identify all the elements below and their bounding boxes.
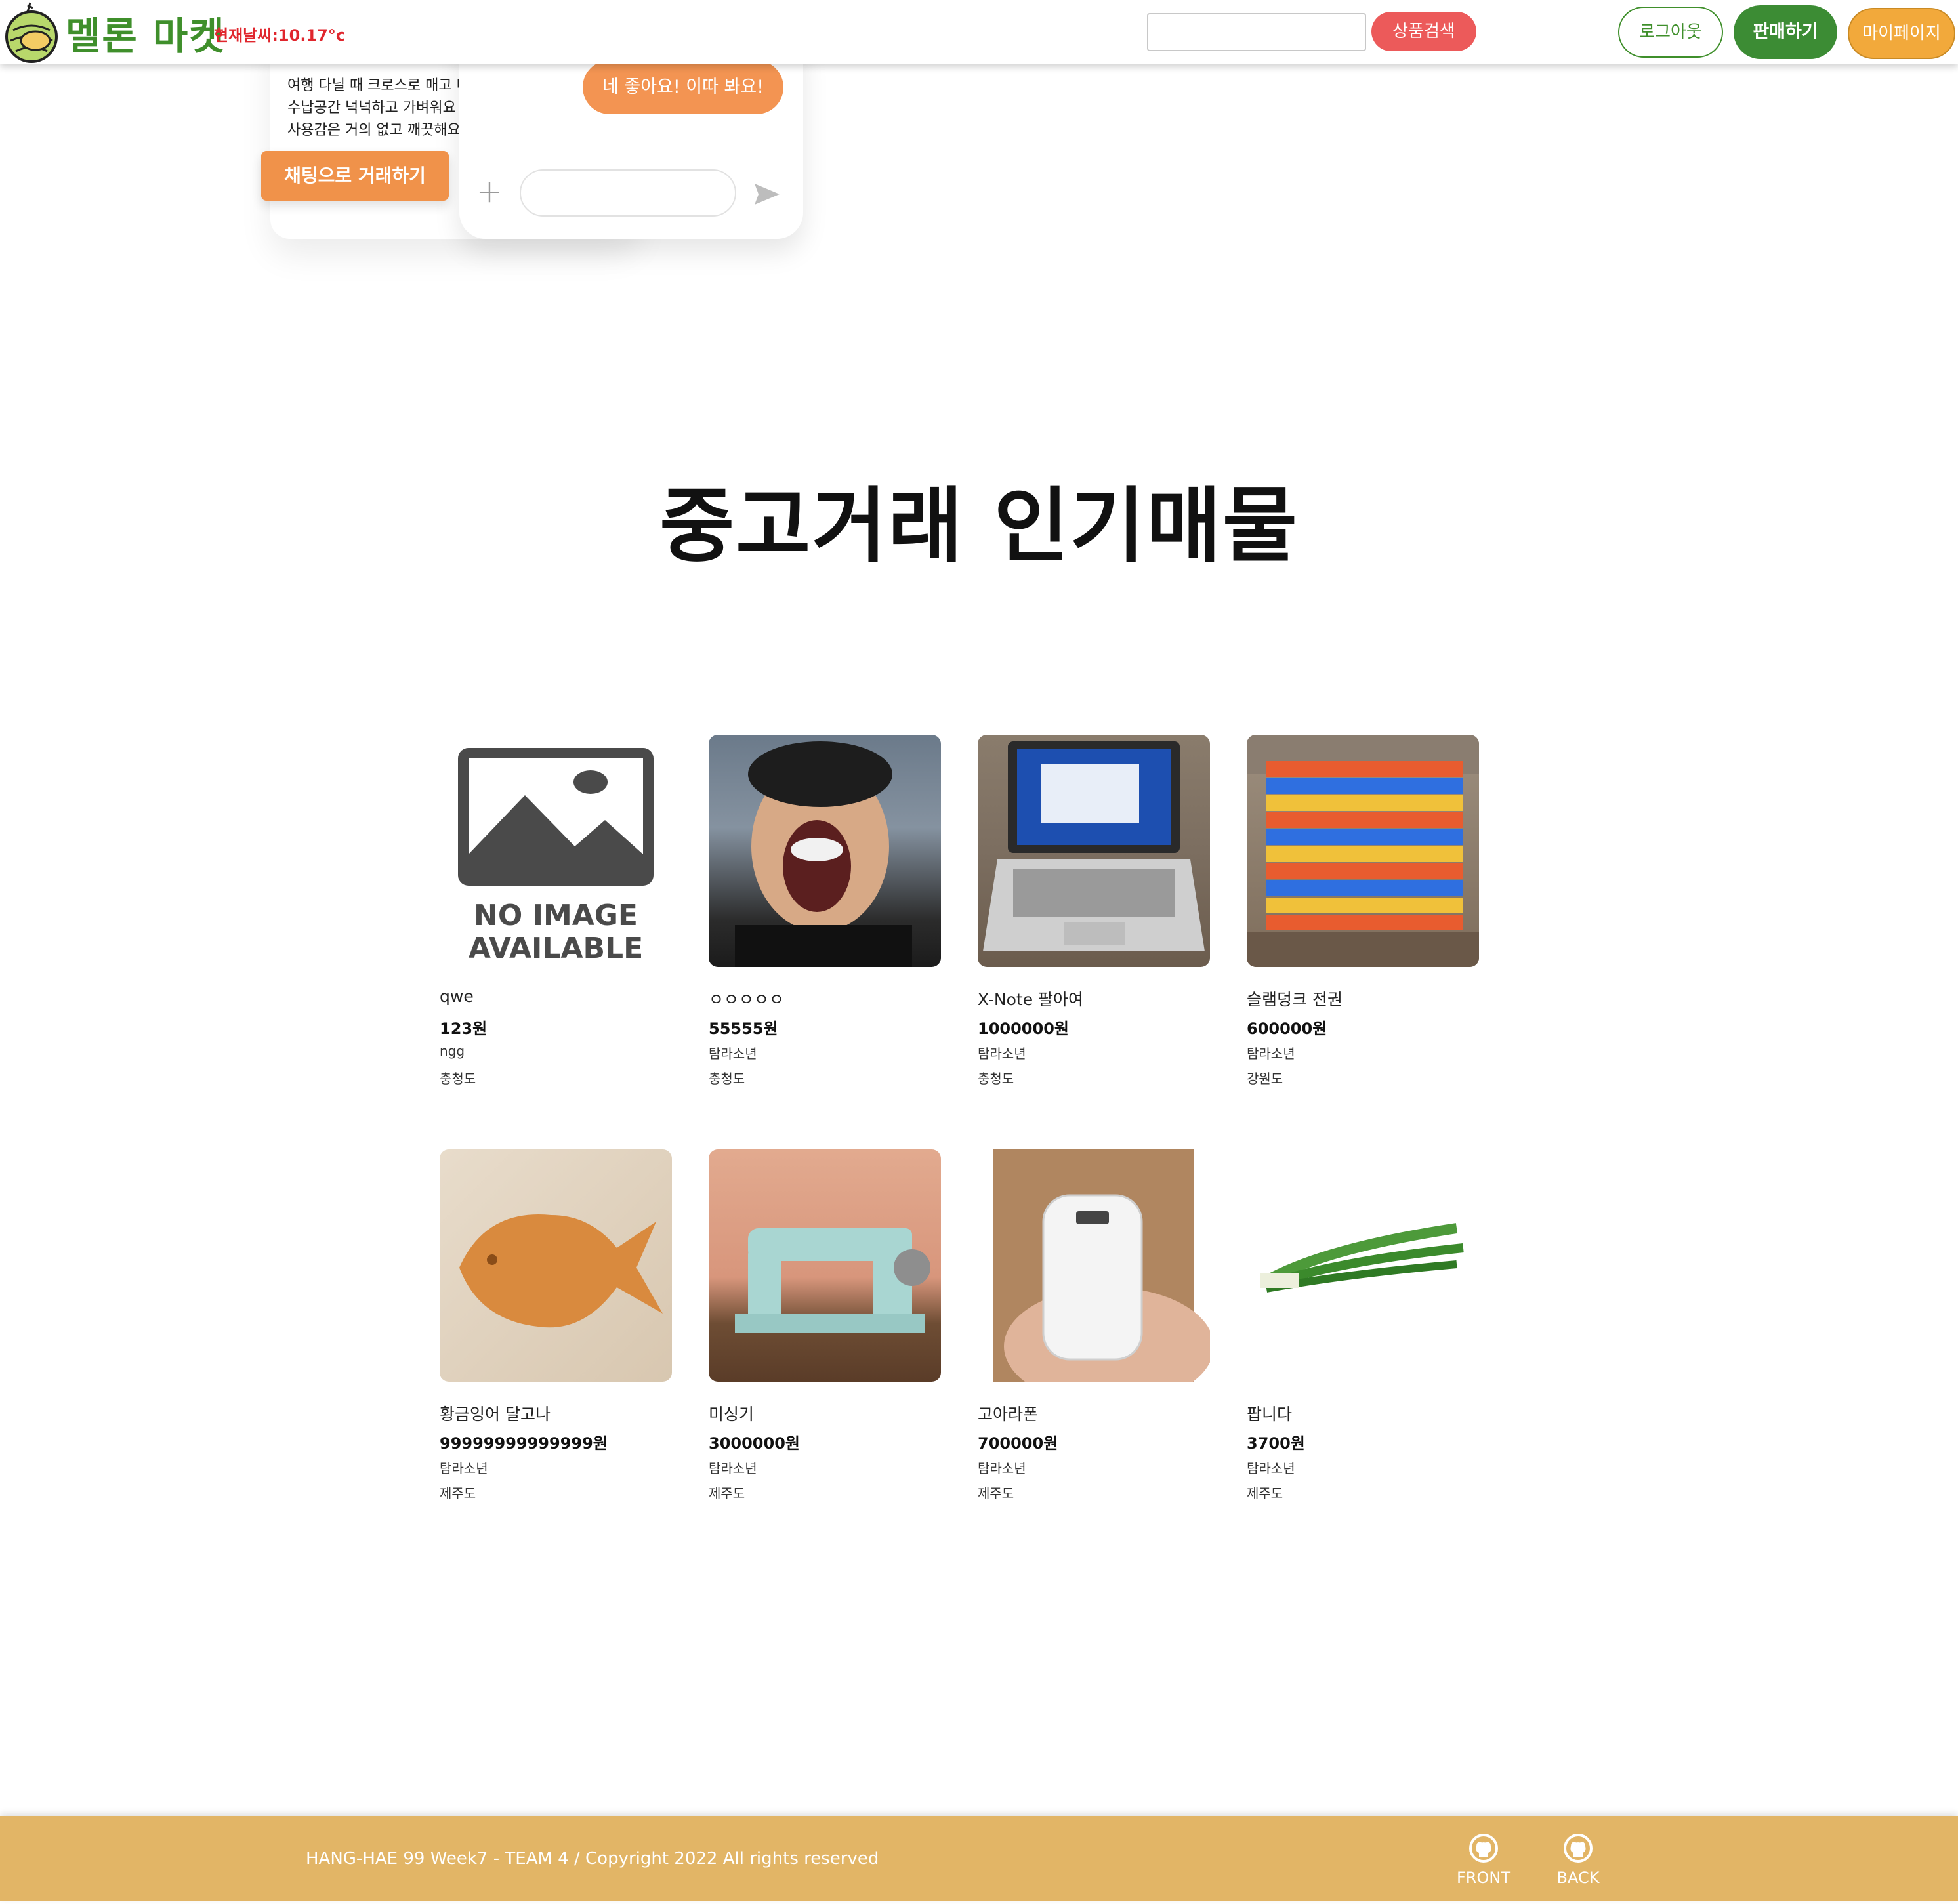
chat-trade-button[interactable]: 채팅으로 거래하기 <box>261 151 449 201</box>
product-seller: 탐라소년 <box>440 1460 488 1476</box>
front-label: FRONT <box>1457 1869 1510 1887</box>
search-input[interactable] <box>1147 13 1366 51</box>
product-name[interactable]: 슬램덩크 전권 <box>1247 987 1479 1009</box>
product-region: 제주도 <box>440 1485 476 1501</box>
green-onion-image <box>1260 1223 1464 1293</box>
svg-text:NO IMAGE: NO IMAGE <box>474 899 638 932</box>
hero-description-line: 여행 다닐 때 크로스로 매고 다 <box>287 77 459 94</box>
product-card[interactable]: ㅇㅇㅇㅇㅇ 55555원 탐라소년 충청도 <box>709 735 941 1087</box>
product-seller: 탐라소년 <box>709 1046 757 1062</box>
plus-icon[interactable]: + <box>475 176 504 207</box>
product-price: 55555원 <box>709 1020 778 1038</box>
product-name[interactable]: 고아라폰 <box>978 1401 1210 1424</box>
product-region: 강원도 <box>1247 1071 1283 1087</box>
product-price: 700000원 <box>978 1434 1058 1453</box>
no-image-icon: NO IMAGE AVAILABLE <box>458 748 654 965</box>
product-price: 99999999999999원 <box>440 1434 608 1453</box>
product-name[interactable]: 황금잉어 달고나 <box>440 1401 672 1424</box>
svg-text:AVAILABLE: AVAILABLE <box>469 932 643 965</box>
product-card[interactable]: 슬램덩크 전권 600000원 탐라소년 강원도 <box>1247 735 1479 1087</box>
product-image[interactable]: NO IMAGE AVAILABLE <box>440 735 672 967</box>
chat-message-input[interactable] <box>520 169 736 217</box>
product-region: 제주도 <box>709 1485 745 1501</box>
laptop-image <box>983 741 1205 951</box>
product-name[interactable]: qwe <box>440 987 672 1008</box>
product-image[interactable] <box>978 1149 1210 1382</box>
front-github-link[interactable]: FRONT <box>1448 1833 1520 1887</box>
send-icon[interactable] <box>753 182 781 206</box>
mypage-button[interactable]: 마이페이지 <box>1848 8 1955 59</box>
product-image[interactable] <box>1247 1149 1479 1382</box>
product-seller: ngg <box>440 1043 465 1059</box>
github-icon <box>1564 1834 1593 1863</box>
shouting-man-image <box>735 741 912 967</box>
sell-button[interactable]: 판매하기 <box>1734 5 1837 59</box>
product-seller: 탐라소년 <box>1247 1460 1295 1476</box>
product-seller: 탐라소년 <box>1247 1046 1295 1062</box>
product-price: 1000000원 <box>978 1020 1069 1038</box>
product-name[interactable]: ㅇㅇㅇㅇㅇ <box>709 987 941 1009</box>
logout-button[interactable]: 로그아웃 <box>1618 7 1723 58</box>
copyright-text: HANG-HAE 99 Week7 - TEAM 4 / Copyright 2… <box>306 1849 879 1869</box>
product-image[interactable] <box>978 735 1210 967</box>
section-title: 중고거래 인기매물 <box>659 479 1299 573</box>
product-seller: 탐라소년 <box>709 1460 757 1476</box>
product-seller: 탐라소년 <box>978 1046 1026 1062</box>
hero-description-line: 수납공간 넉넉하고 가벼워요 <box>287 100 456 116</box>
product-region: 제주도 <box>978 1485 1014 1501</box>
search-button[interactable]: 상품검색 <box>1371 12 1476 51</box>
github-icon <box>1469 1834 1498 1863</box>
back-label: BACK <box>1556 1869 1600 1887</box>
comic-books-image <box>1247 735 1479 967</box>
product-name[interactable]: X-Note 팔아여 <box>978 987 1210 1009</box>
product-region: 충청도 <box>440 1071 476 1087</box>
product-image[interactable] <box>709 735 941 967</box>
top-navbar: 멜론 마켓 현재날씨:10.17°c 상품검색 로그아웃 판매하기 마이페이지 <box>0 0 1958 64</box>
product-price: 3700원 <box>1247 1434 1305 1453</box>
footer: HANG-HAE 99 Week7 - TEAM 4 / Copyright 2… <box>0 1816 1958 1901</box>
fish-candy-image <box>459 1214 663 1328</box>
back-github-link[interactable]: BACK <box>1542 1833 1614 1887</box>
product-card[interactable]: X-Note 팔아여 1000000원 탐라소년 충청도 <box>978 735 1210 1087</box>
product-region: 충청도 <box>978 1071 1014 1087</box>
product-name[interactable]: 미싱기 <box>709 1401 941 1424</box>
product-image[interactable] <box>1247 735 1479 967</box>
product-seller: 탐라소년 <box>978 1460 1026 1476</box>
product-price: 3000000원 <box>709 1434 800 1453</box>
hero-description-line: 사용감은 거의 없고 깨끗해요 <box>287 122 459 138</box>
flip-phone-image <box>993 1149 1210 1382</box>
sewing-machine-image <box>735 1228 930 1333</box>
product-price: 123원 <box>440 1020 488 1038</box>
product-image[interactable] <box>440 1149 672 1382</box>
product-name[interactable]: 팝니다 <box>1247 1401 1479 1424</box>
product-card[interactable]: 팝니다 3700원 탐라소년 제주도 <box>1247 1149 1479 1501</box>
product-card[interactable]: 고아라폰 700000원 탐라소년 제주도 <box>978 1149 1210 1501</box>
logo-text[interactable]: 멜론 마켓 <box>66 5 226 60</box>
product-price: 600000원 <box>1247 1020 1327 1038</box>
chat-message-bubble: 네 좋아요! 이따 봐요! <box>583 60 783 114</box>
product-region: 충청도 <box>709 1071 745 1087</box>
product-card[interactable]: 미싱기 3000000원 탐라소년 제주도 <box>709 1149 941 1501</box>
product-region: 제주도 <box>1247 1485 1283 1501</box>
product-image[interactable] <box>709 1149 941 1382</box>
product-card[interactable]: NO IMAGE AVAILABLE qwe 123원 ngg 충청도 <box>440 735 672 1087</box>
melon-logo-icon[interactable] <box>1 1 62 63</box>
product-card[interactable]: 황금잉어 달고나 99999999999999원 탐라소년 제주도 <box>440 1149 672 1501</box>
weather-text: 현재날씨:10.17°c <box>214 26 346 45</box>
